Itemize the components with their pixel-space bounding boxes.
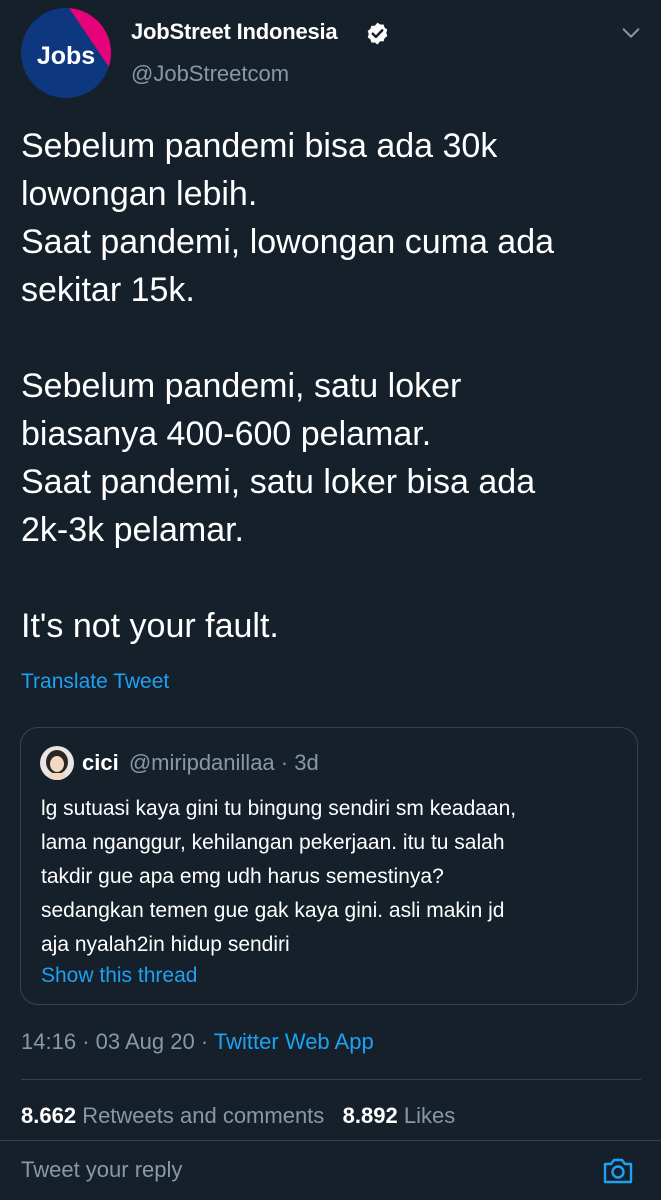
retweets-count: 8.662 xyxy=(21,1103,77,1128)
tweet-text: Sebelum pandemi bisa ada 30k lowongan le… xyxy=(21,122,641,650)
tweet-date: 03 Aug 20 xyxy=(95,1029,195,1054)
reply-input[interactable]: Tweet your reply xyxy=(21,1157,182,1183)
meta-separator: · xyxy=(82,1029,90,1054)
chevron-down-icon[interactable] xyxy=(620,22,642,44)
tweet-line: biasanya 400-600 pelamar. xyxy=(21,415,432,453)
quoted-author-name: cici xyxy=(82,750,119,775)
quoted-author-avatar xyxy=(40,746,74,780)
tweet-line: Saat pandemi, satu loker bisa ada xyxy=(21,463,536,501)
camera-icon[interactable] xyxy=(600,1153,636,1189)
tweet-line: Sebelum pandemi bisa ada 30k xyxy=(21,127,498,165)
show-thread-link[interactable]: Show this thread xyxy=(41,964,197,988)
tweet-line: 2k-3k pelamar. xyxy=(21,511,244,549)
meta-separator: · xyxy=(200,1029,209,1054)
quoted-tweet-card[interactable]: cici @miripdanillaa · 3d lg sutuasi kaya… xyxy=(20,727,638,1005)
quoted-line: lg sutuasi kaya gini tu bingung sendiri … xyxy=(41,797,517,820)
tweet-line: It's not your fault. xyxy=(21,607,279,645)
divider xyxy=(21,1079,641,1080)
quoted-header: cici @miripdanillaa · 3d xyxy=(82,750,319,776)
retweets-stat[interactable]: 8.662 Retweets and comments xyxy=(21,1103,330,1128)
quoted-tweet-text: lg sutuasi kaya gini tu bingung sendiri … xyxy=(41,792,631,962)
tweet-time: 14:16 xyxy=(21,1029,77,1054)
verified-badge-icon xyxy=(367,22,388,45)
quoted-line: lama nganggur, kehilangan pekerjaan. itu… xyxy=(41,831,505,854)
quoted-author-meta: @miripdanillaa · 3d xyxy=(128,750,319,775)
quoted-line: aja nyalah2in hidup sendiri xyxy=(41,933,290,956)
translate-tweet-link[interactable]: Translate Tweet xyxy=(21,670,169,694)
retweets-label: Retweets and comments xyxy=(82,1103,325,1128)
likes-count: 8.892 xyxy=(342,1103,398,1128)
author-name[interactable]: JobStreet Indonesia xyxy=(131,19,338,45)
tweet-line: Saat pandemi, lowongan cuma ada xyxy=(21,223,555,261)
author-avatar[interactable]: Jobs xyxy=(21,8,111,98)
likes-stat[interactable]: 8.892 Likes xyxy=(343,1103,456,1128)
avatar-logo-text: Jobs xyxy=(37,42,95,70)
tweet-detail-screen: Jobs JobStreet Indonesia @JobStreetcom S… xyxy=(0,0,661,1200)
author-handle[interactable]: @JobStreetcom xyxy=(131,61,289,87)
quoted-line: takdir gue apa emg udh harus semestinya? xyxy=(41,865,444,888)
reply-bar: Tweet your reply xyxy=(0,1140,661,1200)
quoted-line: sedangkan temen gue gak kaya gini. asli … xyxy=(41,899,505,922)
tweet-stats: 8.662 Retweets and comments 8.892 Likes xyxy=(21,1103,455,1129)
likes-label: Likes xyxy=(403,1103,456,1128)
tweet-line: Sebelum pandemi, satu loker xyxy=(21,367,462,405)
tweet-meta: 14:16 · 03 Aug 20 · Twitter Web App xyxy=(21,1029,374,1055)
tweet-line: lowongan lebih. xyxy=(21,175,258,213)
tweet-source-link[interactable]: Twitter Web App xyxy=(214,1029,374,1054)
tweet-line: sekitar 15k. xyxy=(21,271,195,309)
